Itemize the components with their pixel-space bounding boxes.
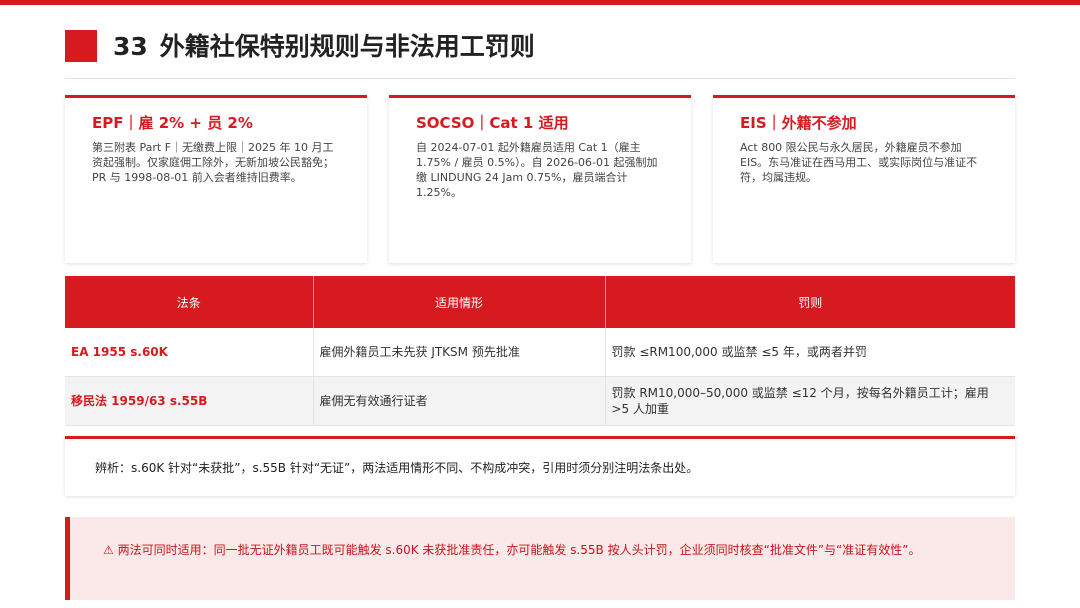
analysis-note-text: 辨析：s.60K 针对“未获批”，s.55B 针对“无证”，两法适用情形不同、不… xyxy=(95,461,699,475)
card-eis: EIS｜外籍不参加 Act 800 限公民与永久居民，外籍雇员不参加 EIS。东… xyxy=(713,95,1015,263)
slide-number: 33 xyxy=(113,32,148,61)
table-row: 移民法 1959/63 s.55B 雇佣无有效通行证者 罚款 RM10,000–… xyxy=(65,376,1015,426)
card-heading: EPF｜雇 2% + 员 2% xyxy=(92,114,253,132)
title-accent-block xyxy=(65,30,97,62)
table-header-row: 法条 适用情形 罚则 xyxy=(65,276,1015,328)
slide-title-text: 外籍社保特别规则与非法用工罚则 xyxy=(159,32,535,61)
penalty-table: 法条 适用情形 罚则 EA 1955 s.60K 雇佣外籍员工未先获 JTKSM… xyxy=(65,276,1015,426)
situation-cell: 雇佣外籍员工未先获 JTKSM 预先批准 xyxy=(313,328,606,377)
card-heading: EIS｜外籍不参加 xyxy=(740,114,857,132)
page-title: 33 外籍社保特别规则与非法用工罚则 xyxy=(113,30,535,64)
column-header-law: 法条 xyxy=(65,276,314,328)
title-divider xyxy=(65,78,1015,79)
column-header-situation: 适用情形 xyxy=(313,276,606,328)
card-socso: SOCSO｜Cat 1 适用 自 2024-07-01 起外籍雇员适用 Cat … xyxy=(389,95,691,263)
law-cell: EA 1955 s.60K xyxy=(65,328,314,377)
warning-text: ⚠ 两法可同时适用：同一批无证外籍员工既可能触发 s.60K 未获批准责任，亦可… xyxy=(103,543,921,557)
situation-cell: 雇佣无有效通行证者 xyxy=(313,376,606,426)
top-accent-bar xyxy=(0,0,1080,5)
card-body: 第三附表 Part F｜无缴费上限｜2025 年 10 月工资起强制。仅家庭佣工… xyxy=(92,141,334,184)
warning-callout: ⚠ 两法可同时适用：同一批无证外籍员工既可能触发 s.60K 未获批准责任，亦可… xyxy=(65,517,1015,600)
table-row: EA 1955 s.60K 雇佣外籍员工未先获 JTKSM 预先批准 罚款 ≤R… xyxy=(65,328,1015,377)
card-heading: SOCSO｜Cat 1 适用 xyxy=(416,114,569,132)
card-body: Act 800 限公民与永久居民，外籍雇员不参加 EIS。东马准证在西马用工、或… xyxy=(740,141,978,184)
card-epf: EPF｜雇 2% + 员 2% 第三附表 Part F｜无缴费上限｜2025 年… xyxy=(65,95,367,263)
penalty-cell: 罚款 ≤RM100,000 或监禁 ≤5 年，或两者并罚 xyxy=(605,328,1015,377)
penalty-cell: 罚款 RM10,000–50,000 或监禁 ≤12 个月，按每名外籍员工计；雇… xyxy=(605,376,1015,426)
analysis-note: 辨析：s.60K 针对“未获批”，s.55B 针对“无证”，两法适用情形不同、不… xyxy=(65,436,1015,496)
law-cell: 移民法 1959/63 s.55B xyxy=(65,376,314,426)
column-header-penalty: 罚则 xyxy=(605,276,1015,328)
card-body: 自 2024-07-01 起外籍雇员适用 Cat 1（雇主 1.75% / 雇员… xyxy=(416,141,658,199)
